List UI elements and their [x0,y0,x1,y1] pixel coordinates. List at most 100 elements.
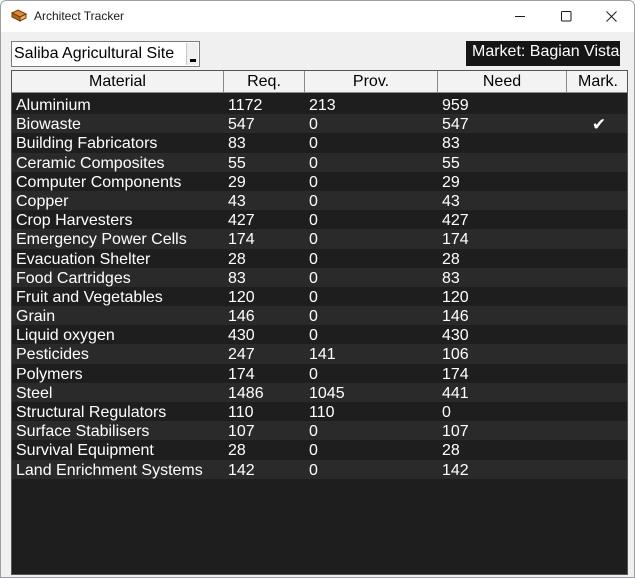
table-row[interactable]: Liquid oxygen 430 0 430 [12,325,627,344]
cell-material: Food Cartridges [16,269,131,287]
cell-req: 547 [228,116,255,134]
app-window: Architect Tracker Saliba Agricultural Si… [0,0,635,578]
cell-req: 430 [228,327,255,345]
table-row[interactable]: Ceramic Composites 55 0 55 [12,152,628,172]
cell-prov: 0 [309,154,318,172]
cell-prov: 0 [309,135,318,153]
cell-mark[interactable] [570,421,628,440]
cell-mark[interactable] [570,383,628,402]
table-row[interactable]: Survival Equipment 28 0 28 [12,440,627,459]
cell-material: Surface Stabilisers [16,423,150,441]
cell-req: 120 [228,288,255,306]
close-icon [606,11,617,22]
minimize-button[interactable] [497,1,543,32]
cell-mark[interactable] [570,287,628,306]
table-row[interactable]: Building Fabricators 83 0 83 [12,133,627,152]
column-header-material[interactable]: Material [12,71,224,93]
cell-mark[interactable] [570,191,628,210]
cell-mark[interactable] [570,172,628,191]
cell-material: Aluminium [16,97,91,114]
maximize-button[interactable] [543,1,589,32]
table-row[interactable]: Crop Harvesters 427 0 427 [12,210,627,229]
cell-mark[interactable] [570,229,628,248]
table-row[interactable]: Food Cartridges 83 0 83 [12,267,628,287]
table-row[interactable]: Emergency Power Cells 174 0 174 [12,229,628,249]
cell-prov: 0 [309,365,318,383]
table-row[interactable]: Aluminium 1172 213 959 [12,95,627,114]
column-header-need[interactable]: Need [438,71,567,93]
cell-mark[interactable] [570,364,628,383]
cell-material: Pesticides [16,346,89,364]
cell-prov: 1045 [309,384,345,402]
cell-mark[interactable] [570,440,628,459]
table-row[interactable]: Pesticides 247 141 106 [12,344,628,364]
column-header-req[interactable]: Req. [224,71,305,93]
cell-req: 55 [228,154,246,172]
cell-prov: 0 [309,308,318,326]
table-header: Material Req. Prov. Need Mark. [12,71,627,93]
cell-prov: 0 [309,423,318,441]
architect-tracker-logo-icon [10,9,28,22]
cell-mark[interactable] [570,153,628,172]
cell-material: Crop Harvesters [16,212,133,230]
cell-mark[interactable]: ✔ [570,114,628,133]
table-row[interactable]: Structural Regulators 110 110 0 [12,402,627,421]
maximize-icon [561,11,572,22]
column-header-prov[interactable]: Prov. [305,71,438,93]
cell-prov: 0 [309,461,318,479]
table-row[interactable]: Surface Stabilisers 107 0 107 [12,421,628,441]
cell-req: 1486 [228,384,264,402]
cell-mark[interactable] [570,460,628,479]
table-row[interactable]: Biowaste 547 0 547 ✔ [12,114,628,134]
cell-mark[interactable] [570,133,628,152]
table-row[interactable]: Fruit and Vegetables 120 0 120 [12,287,627,306]
title-bar[interactable]: Architect Tracker [1,1,634,32]
cell-need: 28 [442,442,460,460]
table-row[interactable]: Computer Components 29 0 29 [12,172,627,191]
table-row[interactable]: Evacuation Shelter 28 0 28 [12,249,627,268]
cell-need: 146 [442,308,469,326]
table-body: Aluminium 1172 213 959 Biowaste 547 0 547 ✔ Build… [12,95,627,479]
cell-req: 83 [228,269,246,287]
cell-prov: 0 [309,288,318,306]
cell-material: Grain [16,308,56,326]
cell-mark[interactable] [570,325,628,344]
column-header-mark[interactable]: Mark. [567,71,629,93]
cell-material: Evacuation Shelter [16,250,151,268]
cell-mark[interactable] [570,210,628,229]
table-row[interactable]: Copper 43 0 43 [12,190,628,211]
table-row[interactable]: Land Enrichment Systems 142 0 142 [12,459,628,479]
cell-need: 83 [442,269,460,287]
cell-mark[interactable] [570,344,628,363]
cell-need: 55 [442,154,460,172]
site-selector-value: Saliba Agricultural Site [14,45,175,62]
cell-mark[interactable] [570,95,628,114]
cell-mark[interactable] [570,268,628,287]
table-row[interactable]: Grain 146 0 146 [12,306,628,326]
cell-prov: 0 [309,442,318,460]
cell-material: Land Enrichment Systems [16,461,203,479]
cell-req: 247 [228,346,255,364]
cell-prov: 0 [309,173,318,191]
cell-need: 959 [442,97,469,114]
cell-mark[interactable] [570,306,628,325]
cell-req: 43 [228,192,246,210]
cell-material: Building Fabricators [16,135,158,153]
cell-need: 0 [442,404,451,421]
cell-material: Biowaste [16,116,81,134]
cell-req: 28 [228,442,246,460]
cell-prov: 0 [309,250,318,268]
dropdown-arrow-icon[interactable] [186,43,198,65]
close-button[interactable] [588,1,634,32]
cell-need: 28 [442,250,460,268]
site-selector-dropdown[interactable]: Saliba Agricultural Site [11,41,200,67]
cell-prov: 0 [309,231,318,249]
cell-req: 1172 [228,97,263,114]
table-row[interactable]: Polymers 174 0 174 [12,364,627,383]
cell-prov: 0 [309,116,318,134]
table-row[interactable]: Steel 1486 1045 441 [12,382,628,402]
cell-req: 174 [228,365,255,383]
cell-material: Structural Regulators [16,404,167,421]
cell-mark[interactable] [570,402,628,421]
cell-mark[interactable] [570,249,628,268]
